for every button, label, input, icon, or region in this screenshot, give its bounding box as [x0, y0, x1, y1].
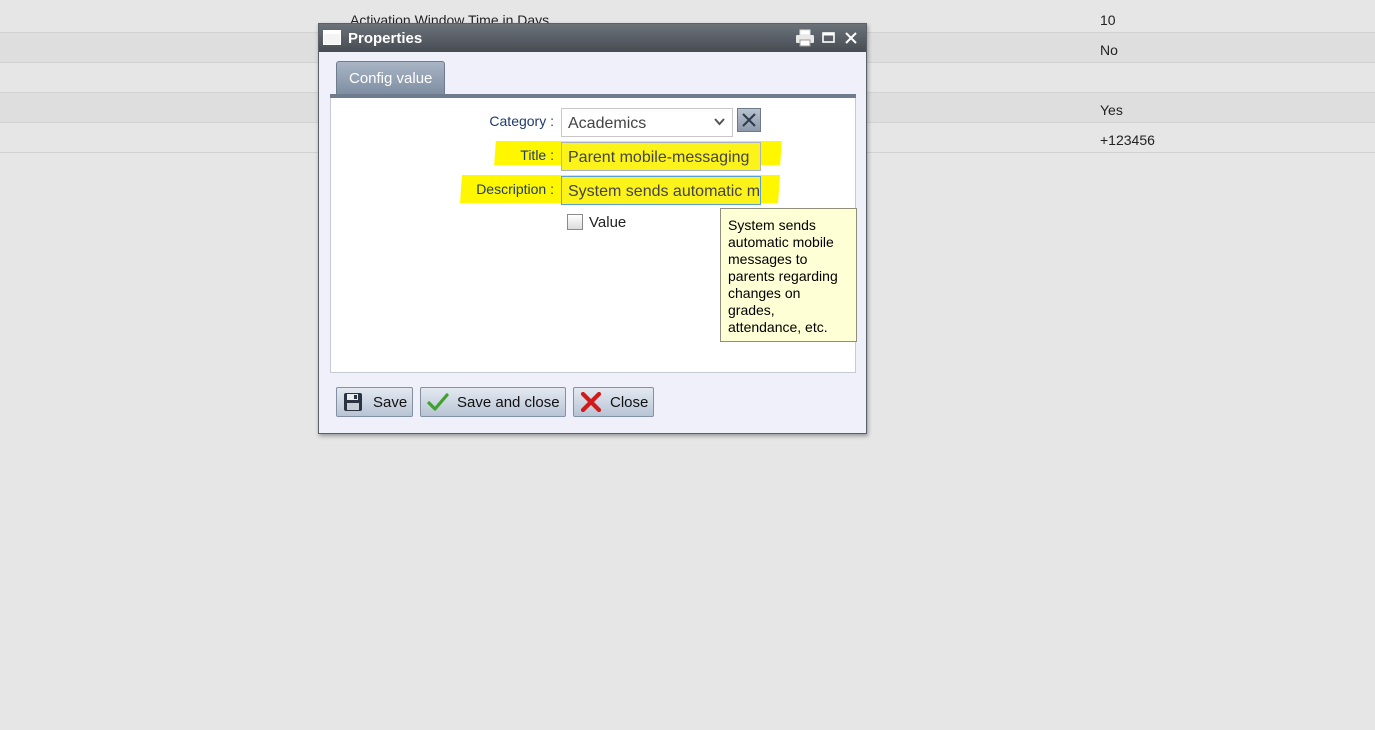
close-button-label: Close — [610, 394, 649, 411]
clear-icon — [742, 113, 756, 127]
row-value: 10 — [1100, 12, 1116, 28]
save-and-close-button[interactable]: Save and close — [420, 387, 566, 417]
description-input[interactable]: System sends automatic mobile messages t… — [561, 176, 761, 205]
tab-config-value[interactable]: Config value — [336, 61, 446, 94]
checkmark-icon — [427, 393, 449, 411]
print-icon[interactable] — [795, 29, 815, 47]
category-value: Academics — [568, 115, 647, 132]
description-label: Description : — [476, 181, 554, 197]
category-label: Category : — [489, 113, 554, 129]
save-button-label: Save — [373, 394, 408, 411]
save-and-close-button-label: Save and close — [457, 394, 560, 411]
close-icon[interactable] — [845, 32, 857, 44]
row-value: No — [1100, 42, 1118, 58]
row-value: +123456 — [1100, 132, 1155, 148]
title-input[interactable]: Parent mobile-messaging — [561, 142, 761, 171]
maximize-icon[interactable] — [822, 32, 835, 43]
dialog-titlebar[interactable]: Properties — [319, 24, 866, 52]
row-value: Yes — [1100, 102, 1123, 118]
clear-category-button[interactable] — [737, 108, 761, 132]
chevron-down-icon — [714, 118, 725, 126]
dialog-title: Properties — [348, 30, 423, 47]
value-checkbox[interactable] — [567, 214, 583, 230]
save-button[interactable]: Save — [336, 387, 413, 417]
title-label: Title : — [520, 147, 554, 163]
close-button[interactable]: Close — [573, 387, 654, 417]
value-checkbox-label: Value — [589, 214, 627, 231]
window-icon — [323, 30, 341, 45]
category-select[interactable]: Academics — [561, 108, 733, 137]
red-x-icon — [580, 392, 602, 412]
floppy-disk-icon — [344, 393, 362, 411]
description-tooltip: System sends automatic mobile messages t… — [720, 208, 857, 342]
